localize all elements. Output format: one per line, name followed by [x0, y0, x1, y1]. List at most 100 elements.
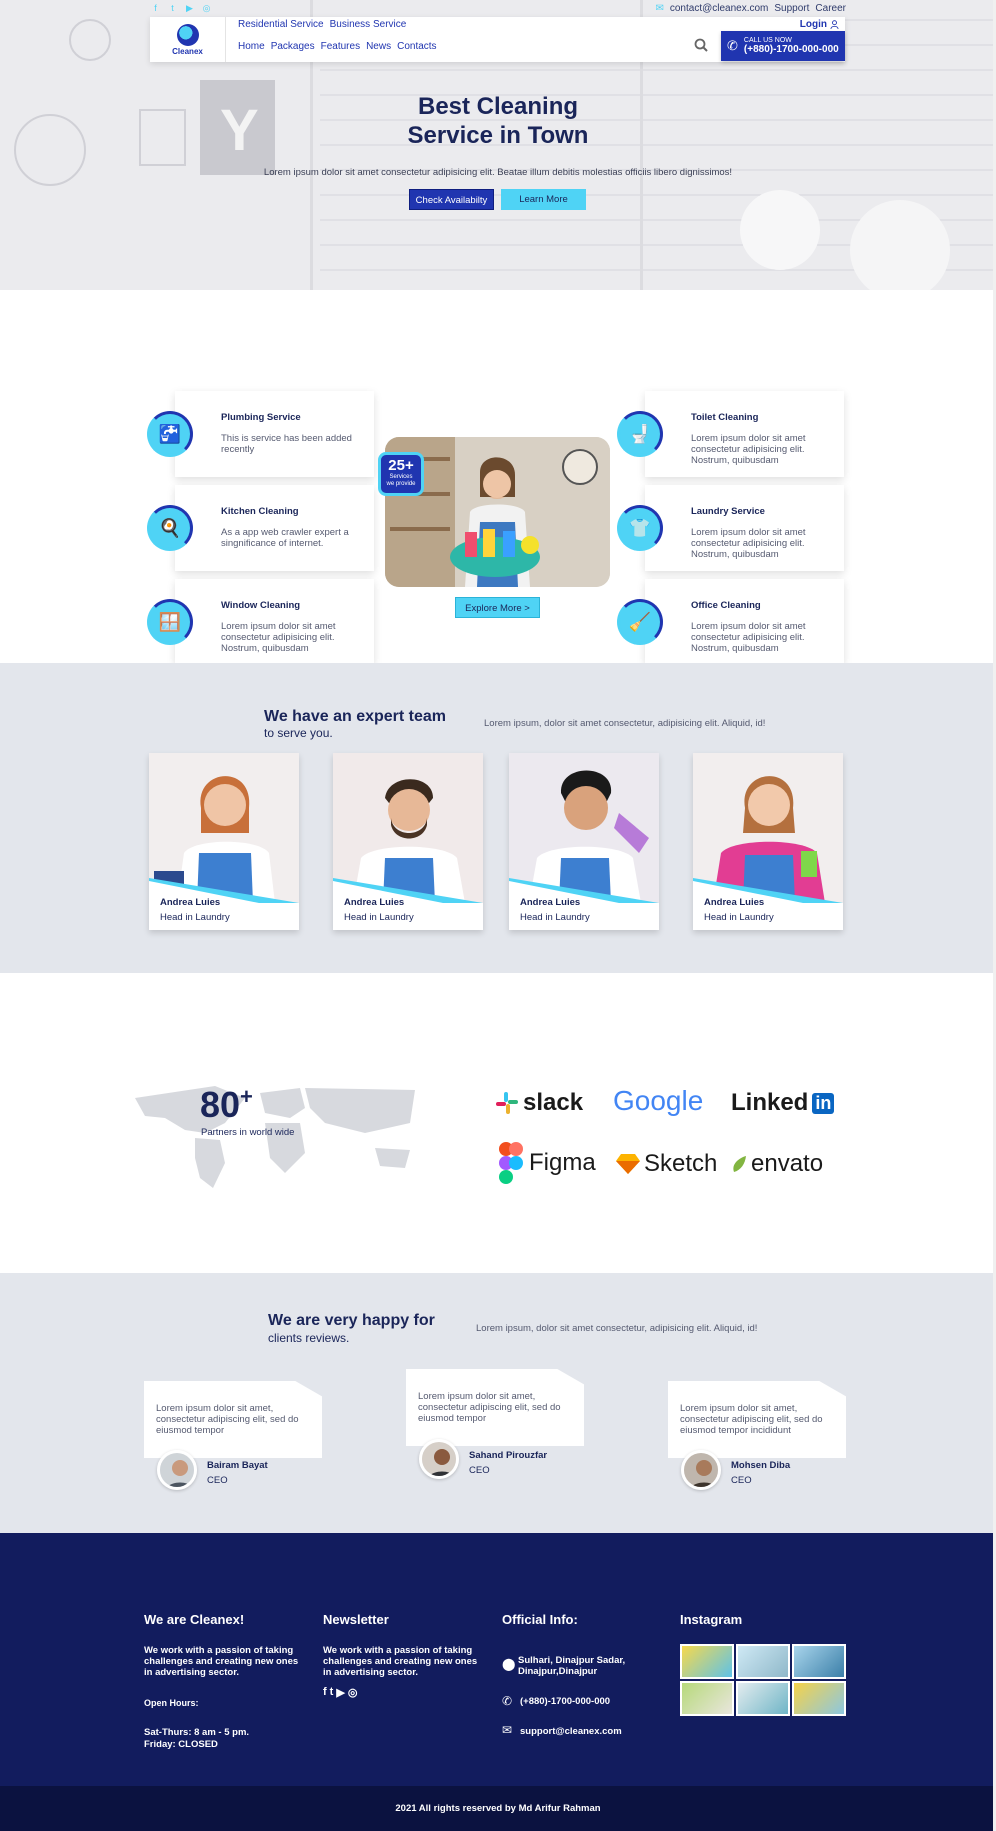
logo[interactable]: Cleanex: [150, 17, 226, 62]
slack-icon: [496, 1092, 518, 1114]
youtube-icon[interactable]: ▶: [336, 1686, 344, 1699]
search-icon[interactable]: [694, 38, 708, 52]
nav-contacts[interactable]: Contacts: [397, 41, 436, 52]
partners-count: 80+: [200, 1084, 253, 1126]
instagram-thumb[interactable]: [792, 1644, 846, 1679]
team-member-role: Head in Laundry: [520, 912, 590, 923]
nav-residential-service[interactable]: Residential Service: [238, 19, 324, 30]
reviewer-avatar: [157, 1450, 197, 1490]
reviewer-avatar: [681, 1450, 721, 1490]
facebook-icon[interactable]: f: [323, 1686, 327, 1699]
instagram-thumb[interactable]: [680, 1644, 734, 1679]
youtube-icon[interactable]: ▶: [184, 3, 195, 14]
footer-address: Sulhari, Dinajpur Sadar, Dinajpur,Dinajp…: [518, 1655, 626, 1677]
user-icon: [830, 20, 839, 29]
team-member-photo: [333, 753, 483, 903]
instagram-thumb[interactable]: [792, 1681, 846, 1716]
mail-icon: ✉: [502, 1723, 513, 1737]
review-card: Lorem ipsum dolor sit amet, consectetur …: [406, 1369, 584, 1446]
slack-logo-text: slack: [523, 1089, 584, 1116]
sketch-logo-text: Sketch: [644, 1150, 718, 1177]
reviews-description: Lorem ipsum, dolor sit amet consectetur,…: [476, 1323, 758, 1334]
nav-features[interactable]: Features: [321, 41, 360, 52]
twitter-icon[interactable]: t: [167, 3, 178, 14]
service-title: Plumbing Service: [221, 412, 301, 423]
service-title: Window Cleaning: [221, 600, 301, 611]
footer-newsletter-title: Newsletter: [323, 1612, 389, 1627]
service-desc: This is service has been added recently: [221, 433, 352, 455]
instagram-icon[interactable]: ◎: [348, 1686, 358, 1699]
topbar-link-support[interactable]: Support: [774, 3, 809, 14]
review-text: Lorem ipsum dolor sit amet, consectetur …: [680, 1403, 823, 1436]
envato-leaf-icon: [733, 1156, 746, 1172]
team-member-role: Head in Laundry: [160, 912, 230, 923]
mail-icon: ✉: [655, 3, 664, 14]
team-member-name: Andrea Luies: [520, 897, 581, 908]
hero-title: Best Cleaning Service in Town: [0, 92, 996, 150]
nav-packages[interactable]: Packages: [271, 41, 315, 52]
team-card[interactable]: Andrea Luies Head in Laundry: [693, 753, 843, 930]
topbar-link-career[interactable]: Career: [815, 3, 846, 14]
slack-logo: slack: [495, 1089, 583, 1117]
envato-logo-text: envato: [751, 1150, 824, 1177]
service-desc: Lorem ipsum dolor sit amet consectetur a…: [691, 621, 806, 654]
review-card: Lorem ipsum dolor sit amet, consectetur …: [144, 1381, 322, 1458]
check-availability-button[interactable]: Check Availabilty: [409, 189, 494, 210]
phone-icon: ✆: [502, 1694, 513, 1708]
twitter-icon[interactable]: t: [330, 1686, 334, 1699]
nav-news[interactable]: News: [366, 41, 391, 52]
nav-business-service[interactable]: Business Service: [330, 19, 407, 30]
team-card[interactable]: Andrea Luies Head in Laundry: [509, 753, 659, 930]
topbar-email[interactable]: contact@cleanex.com: [670, 3, 769, 14]
linkedin-in-badge: in: [812, 1092, 835, 1114]
office-icon: 🧹: [617, 599, 663, 645]
learn-more-button[interactable]: Learn More: [501, 189, 586, 210]
footer-phone[interactable]: (+880)-1700-000-000: [520, 1696, 610, 1707]
review-card: Lorem ipsum dolor sit amet, consectetur …: [668, 1381, 846, 1458]
team-card[interactable]: Andrea Luies Head in Laundry: [333, 753, 483, 930]
nav-home[interactable]: Home: [238, 41, 265, 52]
nav-menu: Home Packages Features News Contacts: [238, 41, 437, 52]
topbar-links: ✉ contact@cleanex.com Support Career: [655, 3, 846, 14]
team-card[interactable]: Andrea Luies Head in Laundry: [149, 753, 299, 930]
call-now-button[interactable]: ✆ CALL US NOW (+880)-1700-000-000: [721, 31, 845, 61]
instagram-thumb[interactable]: [736, 1681, 790, 1716]
logo-text: Cleanex: [172, 46, 203, 56]
team-subheading: to serve you.: [264, 726, 333, 740]
instagram-icon[interactable]: ◎: [201, 3, 212, 14]
reviewer-role: CEO: [207, 1475, 228, 1486]
team-member-photo: [693, 753, 843, 903]
laundry-icon: 👕: [617, 505, 663, 551]
sketch-logo: Sketch: [616, 1150, 717, 1178]
badge-line1: Services: [389, 474, 413, 480]
explore-more-button[interactable]: Explore More >: [455, 597, 540, 618]
service-desc: Lorem ipsum dolor sit amet consectetur a…: [691, 433, 806, 466]
team-member-photo: [149, 753, 299, 903]
service-title: Laundry Service: [691, 506, 765, 517]
team-description: Lorem ipsum, dolor sit amet consectetur,…: [484, 718, 766, 729]
partners-plus: +: [240, 1084, 253, 1109]
partners-label: Partners in world wide: [201, 1127, 295, 1138]
footer-hours-title: Open Hours:: [144, 1698, 199, 1708]
hero-subtitle: Lorem ipsum dolor sit amet consectetur a…: [263, 167, 733, 178]
team-heading: We have an expert team: [264, 708, 447, 725]
sketch-icon: [616, 1154, 640, 1174]
copyright-bar: 2021 All rights reserved by Md Arifur Ra…: [0, 1786, 996, 1831]
reviewer-name: Sahand Pirouzfar: [469, 1450, 548, 1461]
main-navbar: Cleanex Residential Service Business Ser…: [150, 17, 845, 62]
google-logo-text: Google: [613, 1085, 704, 1116]
kitchen-icon: 🍳: [147, 505, 193, 551]
footer-hours-line2: Friday: CLOSED: [144, 1739, 218, 1750]
footer-email[interactable]: support@cleanex.com: [520, 1726, 622, 1737]
footer-about-text: We work with a passion of taking challen…: [144, 1645, 299, 1678]
facebook-icon[interactable]: f: [150, 3, 161, 14]
review-text: Lorem ipsum dolor sit amet, consectetur …: [418, 1391, 561, 1424]
reviews-subheading: clients reviews.: [268, 1331, 350, 1345]
team-member-illustration: [509, 753, 659, 903]
team-member-name: Andrea Luies: [704, 897, 765, 908]
team-member-photo: [509, 753, 659, 903]
instagram-thumb[interactable]: [680, 1681, 734, 1716]
social-icons: f t ▶ ◎: [150, 3, 212, 14]
instagram-thumb[interactable]: [736, 1644, 790, 1679]
login-link[interactable]: Login: [800, 19, 839, 30]
